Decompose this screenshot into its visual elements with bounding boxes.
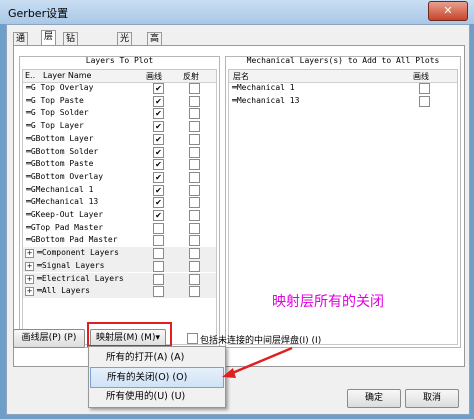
annotation-arrow [222,346,293,378]
